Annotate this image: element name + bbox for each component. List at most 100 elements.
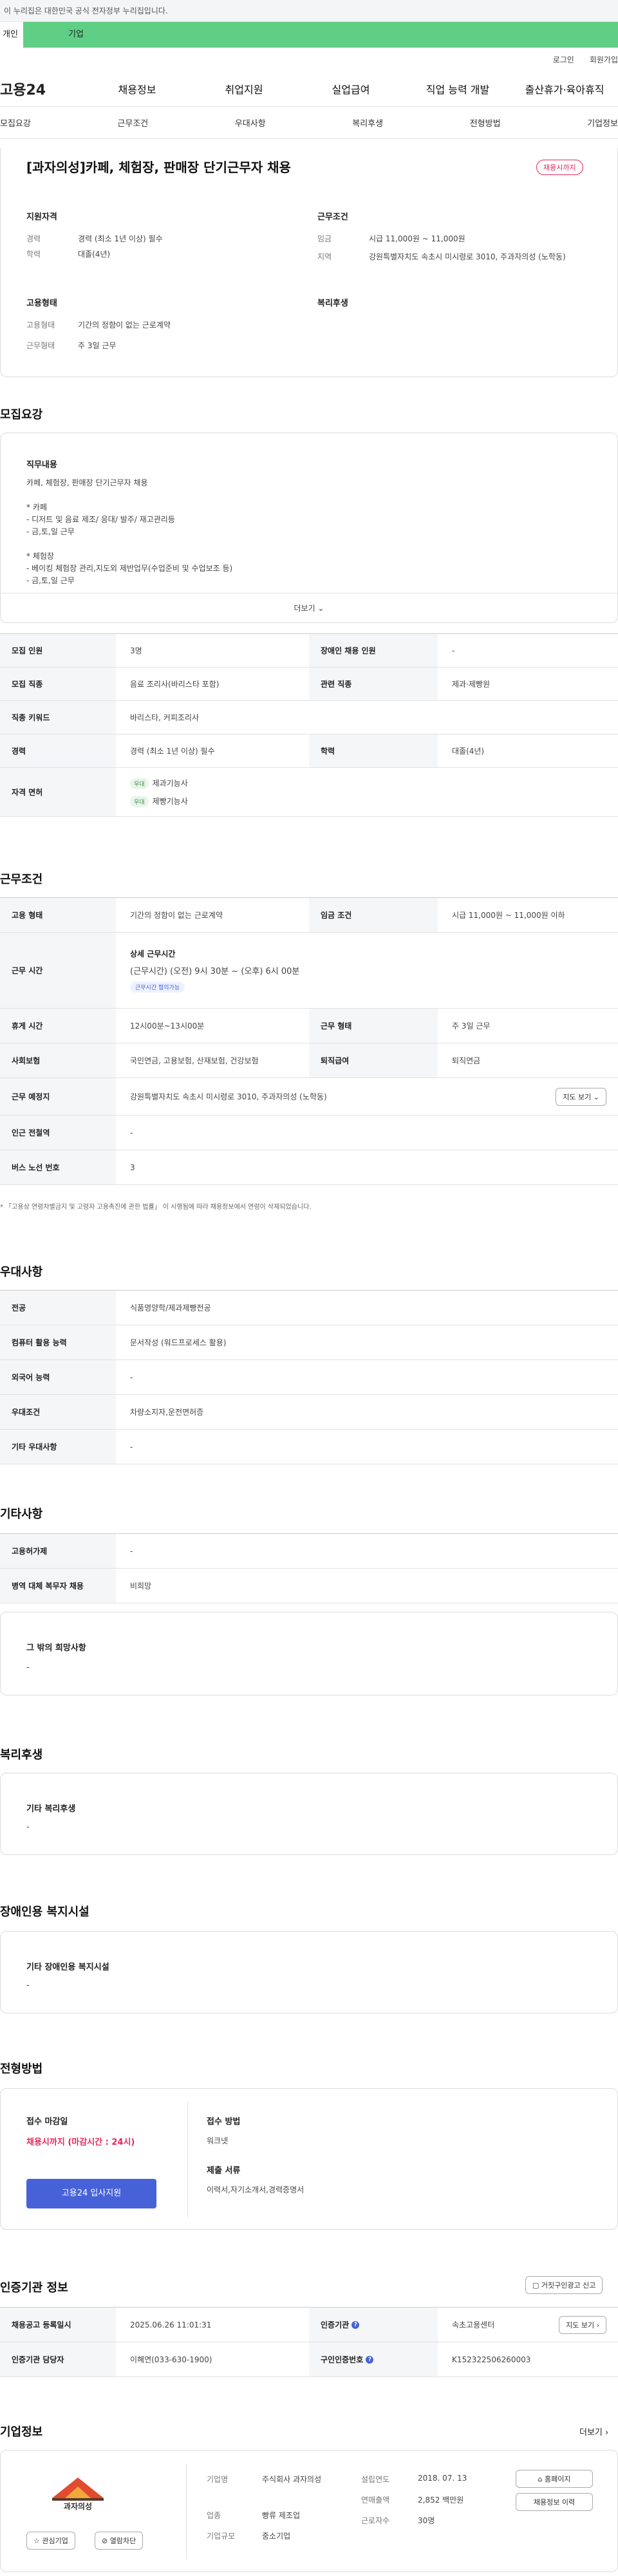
insurance-value: 국민연금, 고용보험, 산재보험, 건강보험 (130, 1056, 259, 1065)
gnb-training[interactable]: 직업 능력 개발 (404, 81, 511, 97)
method-value: 워크넷 (207, 2136, 229, 2145)
job-history-button[interactable]: 채용정보 이력 (516, 2493, 593, 2511)
help-icon[interactable]: ? (366, 2355, 374, 2364)
chevron-right-icon: › (605, 2428, 609, 2438)
block-button[interactable]: ⊘ 열람차단 (95, 2532, 144, 2550)
license-item: 우대 제과기능사 (130, 778, 188, 789)
retire-value: 퇴직연금 (452, 1056, 481, 1065)
pref-section-title: 우대사항 (0, 1265, 43, 1279)
join-link[interactable]: 회원가입 (590, 54, 618, 65)
gnb-support[interactable]: 취업지원 (191, 81, 297, 97)
report-button[interactable]: ▢ 거짓구인광고 신고 (525, 2276, 603, 2294)
subnav-process[interactable]: 전형방법 (470, 117, 501, 129)
audience-tabs: 개인 기업 (0, 22, 618, 48)
wage-cond-value: 시급 11,000원 ~ 11,000원 이하 (452, 911, 565, 920)
docs-value: 이력서,자기소개서,경력증명서 (207, 2185, 304, 2194)
disabled-count-key: 장애인 채용 인원 (309, 634, 438, 667)
home-icon: ⌂ (538, 2475, 543, 2483)
wage-value: 시급 11,000원 ~ 11,000원 (369, 234, 465, 243)
homepage-button[interactable]: ⌂ 홈페이지 (516, 2470, 593, 2488)
org-box: 속초고용센터 지도 보기 › (438, 2308, 618, 2342)
tab-corp[interactable]: 기업 (23, 22, 618, 48)
org-key: 인증기관 ? (309, 2308, 438, 2342)
welfare-etc-title: 기타 복리후생 (26, 1804, 76, 1814)
etc-table: 고용허가제 - 병역 대체 복무자 채용 비희망 (0, 1533, 618, 1603)
computer-value: 문서작성 (워드프로세스 활용) (130, 1338, 227, 1347)
job-desc-text: 카페, 체험장, 판매장 단기근무자 채용 * 카페 - 디저트 및 음료 제조… (26, 478, 233, 585)
license-name: 제빵기능사 (152, 796, 188, 806)
subnav-pref[interactable]: 우대사항 (235, 117, 266, 129)
login-link[interactable]: 로그인 (553, 54, 574, 65)
permit-key: 고용허가제 (0, 1534, 116, 1568)
subnav-work[interactable]: 근무조건 (117, 117, 148, 129)
block-icon: ⊘ (102, 2537, 108, 2545)
shift-row-key: 근무 형태 (309, 1009, 438, 1043)
gov-banner: 이 누리집은 대한민국 공식 전자정부 누리집입니다. (0, 0, 618, 22)
block-label: 열람차단 (109, 2537, 136, 2545)
site-logo[interactable]: 고용24 (0, 79, 84, 99)
pref-badge: 우대 (130, 778, 149, 789)
deadline-key: 접수 마감일 (26, 2117, 68, 2127)
job-desc-card: 직무내용 카페, 체험장, 판매장 단기근무자 채용 * 카페 - 디저트 및 … (0, 433, 618, 623)
summary-card: [과자의성]카페, 체험장, 판매장 단기근무자 채용 채용시까지 지원자격 경… (0, 148, 618, 377)
tab-person[interactable]: 개인 (0, 22, 23, 48)
company-more-label: 더보기 (579, 2428, 603, 2438)
manager-value: 이혜연(033-630-1900) (130, 2355, 212, 2364)
apply-button[interactable]: 고용24 입사지원 (26, 2179, 156, 2208)
gnb-benefit[interactable]: 실업급여 (297, 81, 404, 97)
rest-key: 휴게 시간 (0, 1009, 116, 1043)
pref-etc-value: - (130, 1442, 133, 1451)
welfare-etc-value: - (26, 1822, 30, 1831)
help-icon[interactable]: ? (351, 2320, 360, 2329)
industry-key: 업종 (207, 2511, 221, 2520)
chevron-down-icon: ⌄ (317, 604, 324, 613)
bus-value: 3 (130, 1162, 135, 1172)
pref-cond-key: 우대조건 (0, 1395, 116, 1429)
homepage-label: 홈페이지 (545, 2475, 571, 2483)
subnav-welfare[interactable]: 복리후생 (352, 117, 383, 129)
map-button[interactable]: 지도 보기 ⌄ (556, 1087, 606, 1106)
career-key: 경력 (26, 234, 41, 243)
job-type-key: 모집 직종 (0, 667, 116, 700)
major-key: 전공 (0, 1291, 116, 1325)
keyword-key: 직종 키워드 (0, 701, 116, 734)
wish-title: 그 밖의 희망사항 (26, 1643, 86, 1653)
place-box: 강원특별자치도 속초시 미시령로 3010, 주과자의성 (노학동) 지도 보기… (116, 1078, 618, 1115)
pref-badge: 우대 (130, 796, 149, 807)
interest-button[interactable]: ☆ 관심기업 (26, 2532, 75, 2550)
company-more-link[interactable]: 더보기 › (579, 2425, 608, 2438)
age-notice: * 「고용상 연령차별금지 및 고령자 고용촉진에 관한 법률」 이 시행됨에 … (0, 1204, 312, 1211)
retire-key: 퇴직급여 (309, 1043, 438, 1078)
major-value: 식품영양학/제과제빵전공 (130, 1303, 211, 1312)
disabled-section-title: 장애인용 복지시설 (0, 1905, 89, 1919)
edu-key: 학력 (26, 250, 41, 259)
pref-cond-value: 차량소지자,운전면허증 (130, 1408, 204, 1417)
gnb-jobs[interactable]: 채용정보 (84, 81, 191, 97)
emp-title: 고용형태 (26, 299, 57, 308)
disabled-card: 기타 장애인용 복지시설 - (0, 1931, 618, 2013)
military-key: 병역 대체 복무자 채용 (0, 1569, 116, 1603)
work-time-key: 근무 시간 (0, 933, 116, 1008)
size-key: 기업규모 (207, 2532, 236, 2541)
permit-value: - (130, 1546, 133, 1556)
date-value: 2025.06.26 11:01:31 (130, 2320, 212, 2329)
process-section-title: 전형방법 (0, 2062, 43, 2076)
language-value: - (130, 1372, 133, 1382)
disabled-etc-value: - (26, 1981, 30, 1990)
job-desc-title: 직무내용 (26, 460, 57, 470)
chevron-down-icon: ⌄ (593, 1092, 599, 1101)
more-button[interactable]: 더보기 ⌄ (1, 593, 617, 622)
subnav-recruit[interactable]: 모집요강 (0, 117, 31, 129)
company-name-key: 기업명 (207, 2475, 229, 2484)
util-menu: 로그인 회원가입 (0, 48, 618, 71)
recruit-section-title: 모집요강 (0, 408, 43, 422)
wish-value: - (26, 1663, 30, 1672)
sales-key: 연매출액 (361, 2496, 390, 2505)
headcount-key: 모집 인원 (0, 634, 116, 667)
work-table: 고용 형태 기간의 정함이 없는 근로계약 임금 조건 시급 11,000원 ~… (0, 897, 618, 1185)
gnb-leave[interactable]: 출산휴가·육아휴직 (511, 81, 618, 97)
keyword-value: 바리스타, 커피조리사 (130, 713, 199, 722)
org-map-button[interactable]: 지도 보기 › (559, 2315, 606, 2334)
place-key: 근무 예정지 (0, 1078, 116, 1115)
subnav-company[interactable]: 기업정보 (587, 117, 618, 129)
